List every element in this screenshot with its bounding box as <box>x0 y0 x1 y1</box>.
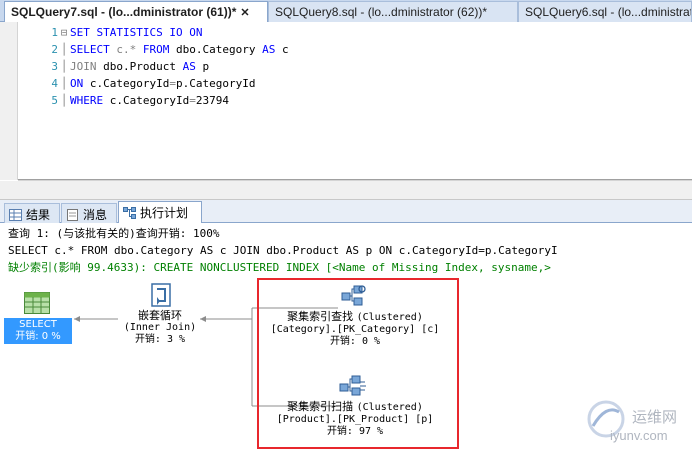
select-node-icon[interactable] <box>24 292 50 314</box>
code-token: JOIN <box>70 60 104 73</box>
select-node-label: SELECT <box>19 319 57 330</box>
doc-tab-label: SQLQuery8.sql - (lo...dministrator (62))… <box>275 5 488 19</box>
tab-messages[interactable]: 消息 <box>61 203 117 223</box>
nested-loops-title: 嵌套循环 <box>138 309 182 322</box>
code-token: = <box>189 94 196 107</box>
close-icon[interactable]: ✕ <box>240 7 249 19</box>
missing-index-hint[interactable]: 缺少索引(影响 99.4633): CREATE NONCLUSTERED IN… <box>8 260 692 276</box>
nested-loops-icon[interactable] <box>148 282 174 308</box>
watermark-url: iyunv.com <box>610 428 668 443</box>
code-token: FROM <box>142 43 176 56</box>
code-token: SELECT <box>70 43 117 56</box>
code-token: p <box>202 60 210 73</box>
message-icon <box>67 209 78 221</box>
select-node[interactable]: SELECT 开销: 0 % <box>4 318 72 344</box>
code-token: 23794 <box>195 94 229 107</box>
doc-tab-sqlquery6[interactable]: SQLQuery6.sql - (lo...dministrator <box>518 1 692 22</box>
code-token: dbo.Product <box>103 60 183 73</box>
fold-guide: │ <box>60 43 68 56</box>
code-token: c.CategoryId <box>109 94 190 107</box>
splitter[interactable] <box>0 181 692 200</box>
code-token: dbo.Category <box>175 43 263 56</box>
nested-loops-node[interactable]: 嵌套循环 (Inner Join) 开销: 3 % <box>112 310 208 346</box>
doc-tab-sqlquery8[interactable]: SQLQuery8.sql - (lo...dministrator (62))… <box>268 1 518 22</box>
tab-label: 结果 <box>26 208 51 222</box>
nested-loops-cost: 开销: 3 % <box>134 334 186 345</box>
document-tab-bar: SQLQuery7.sql - (lo...dministrator (61))… <box>0 0 692 23</box>
tab-results[interactable]: 结果 <box>4 203 60 223</box>
doc-tab-label: SQLQuery7.sql - (lo...dministrator (61))… <box>11 5 237 19</box>
code-token: AS <box>262 43 282 56</box>
highlight-box <box>257 278 459 449</box>
tab-execution-plan[interactable]: 执行计划 <box>118 201 202 223</box>
collapse-icon[interactable]: ⊟ <box>58 24 70 41</box>
code-token: = <box>169 77 176 90</box>
code-line[interactable]: 2 │ SELECT c.* FROM dbo.Category AS c <box>18 41 289 58</box>
line-number: 2 <box>51 43 58 56</box>
code-line[interactable]: 4 │ ON c.CategoryId=p.CategoryId <box>18 75 255 92</box>
sql-editor[interactable]: 1 ⊟ SET STATISTICS IO ON 2 │ SELECT c.* FROM … <box>0 22 692 196</box>
doc-tab-sqlquery7[interactable]: SQLQuery7.sql - (lo...dministrator (61))… <box>4 1 268 23</box>
tab-label: 消息 <box>83 208 108 222</box>
code-token: c.* <box>116 43 143 56</box>
code-token: ON <box>70 77 90 90</box>
line-number: 5 <box>51 94 58 107</box>
fold-guide: │ <box>60 60 68 73</box>
line-number: 3 <box>51 60 58 73</box>
query-text: SELECT c.* FROM dbo.Category AS c JOIN d… <box>8 244 558 257</box>
code-token: p.CategoryId <box>175 77 256 90</box>
code-token: c.CategoryId <box>89 77 170 90</box>
editor-gutter <box>0 22 18 180</box>
code-token: c <box>281 43 289 56</box>
grid-icon <box>9 209 22 221</box>
fold-guide: │ <box>60 94 68 107</box>
code-token: WHERE <box>70 94 110 107</box>
line-number: 1 <box>51 26 58 39</box>
line-number: 4 <box>51 77 58 90</box>
fold-guide: │ <box>60 77 68 90</box>
tab-label: 执行计划 <box>140 206 189 220</box>
select-node-cost: 开销: 0 % <box>15 331 61 342</box>
plan-icon <box>123 207 136 219</box>
code-line[interactable]: 3 │ JOIN dbo.Product AS p <box>18 58 209 75</box>
code-line[interactable]: 5 │ WHERE c.CategoryId=23794 <box>18 92 229 109</box>
watermark-cn: 运维网 <box>632 409 678 426</box>
result-tab-bar: 结果 消息 执行计划 <box>0 200 692 223</box>
doc-tab-label: SQLQuery6.sql - (lo...dministrator <box>525 5 692 19</box>
code-line[interactable]: 1 ⊟ SET STATISTICS IO ON <box>18 24 202 41</box>
code-token: AS <box>182 60 203 73</box>
query-cost-header: 查询 1: (与该批有关的)查询开销: 100% <box>8 227 220 240</box>
nested-loops-subtitle: (Inner Join) <box>123 322 197 333</box>
code-token: SET STATISTICS IO ON <box>70 26 203 39</box>
